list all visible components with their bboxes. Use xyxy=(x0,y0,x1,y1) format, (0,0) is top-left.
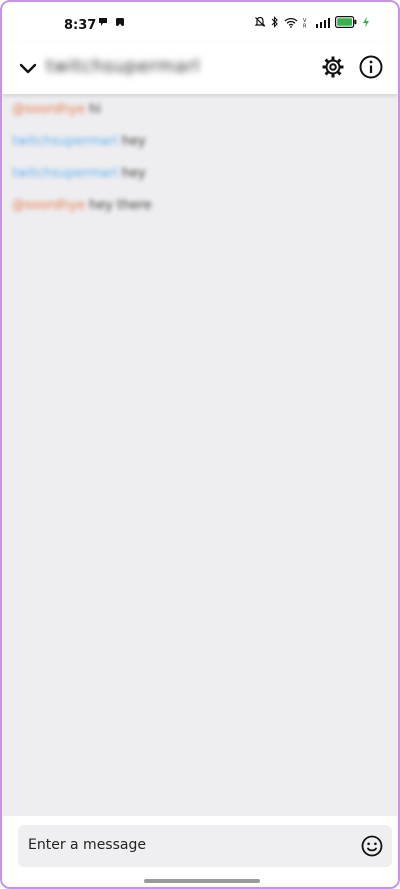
status-right-icons: V R xyxy=(254,16,370,28)
wifi-icon xyxy=(284,17,298,28)
chat-username[interactable]: twitchsupermarl xyxy=(12,166,118,181)
message-input[interactable]: Enter a message xyxy=(18,825,392,867)
home-indicator[interactable] xyxy=(144,879,260,883)
chat-text: hi xyxy=(88,102,101,117)
chat-username[interactable]: twitchsupermarl xyxy=(12,134,118,149)
mute-icon xyxy=(254,16,266,27)
message-input-placeholder[interactable]: Enter a message xyxy=(28,837,146,853)
chat-text: hey xyxy=(121,166,146,181)
chat-message: @soordhye hey there xyxy=(12,198,151,213)
emoji-icon[interactable] xyxy=(360,834,384,858)
chat-text: hey xyxy=(121,134,146,149)
charging-icon xyxy=(363,16,369,28)
channel-title: twitchsupermarl xyxy=(46,56,200,77)
chat-username[interactable]: @soordhye xyxy=(12,102,85,117)
chat-text: hey there xyxy=(88,198,152,213)
status-time: 8:37 xyxy=(64,18,97,33)
status-left-icons xyxy=(98,17,125,27)
svg-text:R: R xyxy=(303,23,307,28)
gear-icon[interactable] xyxy=(320,54,346,80)
app-notification-icon xyxy=(116,18,124,26)
battery-icon xyxy=(335,16,357,28)
chat-message: @soordhye hi xyxy=(12,102,101,117)
chat-notification-icon xyxy=(99,18,107,26)
bluetooth-icon xyxy=(271,16,278,28)
info-icon[interactable] xyxy=(358,54,384,80)
chat-area[interactable]: @soordhye hi twitchsupermarl hey twitchsup… xyxy=(2,94,398,816)
chat-username[interactable]: @soordhye xyxy=(12,198,85,213)
volte-icon: V R xyxy=(303,18,307,28)
chat-message: twitchsupermarl hey xyxy=(12,166,146,181)
phone-frame: 8:37 V R twitchsupermarl @soordhye hi tw… xyxy=(0,0,400,889)
chat-header: twitchsupermarl xyxy=(2,42,398,94)
chevron-down-icon[interactable] xyxy=(16,56,40,80)
chat-message: twitchsupermarl hey xyxy=(12,134,146,149)
signal-icon xyxy=(316,17,330,28)
